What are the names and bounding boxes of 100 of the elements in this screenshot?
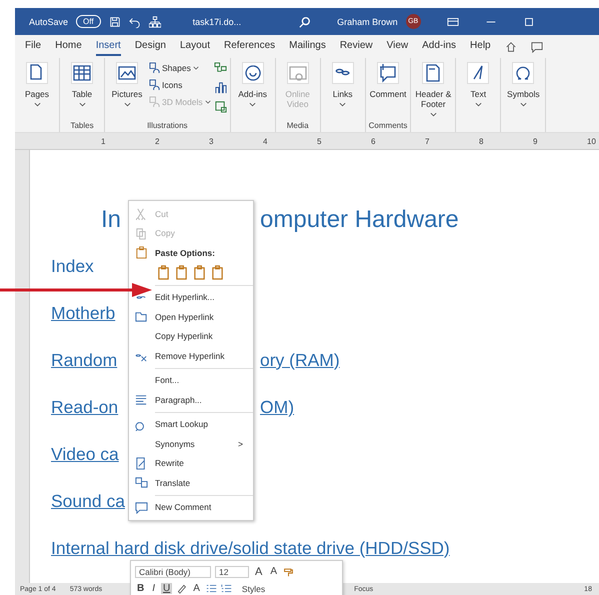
hyperlink[interactable]: OM) — [260, 397, 599, 418]
translate-icon — [135, 476, 148, 490]
page-icon — [422, 62, 444, 84]
menu-item[interactable]: Remove Hyperlink — [129, 346, 253, 366]
chart-icon[interactable] — [214, 81, 227, 94]
styles-button[interactable]: Styles — [242, 584, 266, 594]
link-icon — [332, 62, 354, 84]
menu-header: Paste Options: — [155, 248, 215, 258]
menu-item[interactable]: Translate — [129, 473, 253, 492]
paste-option-icon[interactable] — [211, 265, 224, 280]
hyperlink[interactable]: Read-on — [51, 397, 118, 418]
autosave-toggle[interactable]: Off — [76, 15, 101, 28]
horizontal-ruler: 1 2 3 4 5 6 7 8 9 10 — [15, 133, 599, 150]
ribbon-tab[interactable]: Layout — [180, 37, 210, 56]
ribbon-tab[interactable]: Add-ins — [422, 37, 456, 56]
ribbon-button[interactable]: Comment — [368, 58, 407, 121]
screenshot-icon[interactable] — [214, 100, 227, 113]
clipboard-icon — [135, 246, 148, 260]
comment-icon — [376, 62, 399, 84]
ribbon-tab[interactable]: View — [386, 37, 408, 56]
smartart-icon[interactable] — [214, 62, 227, 75]
copy-icon — [135, 226, 148, 240]
table-icon — [71, 62, 93, 84]
ribbon-button[interactable]: Pages — [18, 58, 56, 132]
menu-item[interactable]: New Comment — [129, 498, 253, 517]
menu-item[interactable]: Paragraph... — [129, 390, 253, 410]
autosave-label: AutoSave — [29, 16, 68, 26]
ribbon-button[interactable]: Symbols — [504, 58, 542, 132]
ribbon-button[interactable]: Add-ins — [234, 58, 272, 132]
format-painter-icon[interactable] — [283, 566, 294, 577]
paste-option-icon[interactable] — [157, 265, 170, 280]
menu-item[interactable]: Copy Hyperlink — [129, 326, 253, 346]
ribbon-group-label: Comments — [368, 121, 408, 132]
ribbon-button[interactable]: Shapes — [149, 62, 211, 73]
ribbon-tab[interactable]: Design — [134, 37, 166, 56]
shrink-font-button[interactable]: A — [268, 566, 280, 577]
font-field[interactable]: Calibri (Body) — [135, 566, 211, 578]
undo-icon[interactable] — [128, 16, 141, 28]
pencil-icon — [135, 456, 148, 470]
bullets-icon[interactable] — [206, 583, 217, 594]
ribbon-group-label: Tables — [70, 121, 94, 132]
ribbon-tab[interactable]: Review — [340, 37, 373, 56]
menu-item[interactable]: Open Hyperlink — [129, 307, 253, 326]
folder-icon — [135, 310, 148, 324]
font-color-button[interactable]: A — [191, 583, 202, 594]
ribbon-button[interactable]: Pictures — [108, 58, 146, 121]
paste-option-icon[interactable] — [193, 265, 206, 280]
ribbon-tab[interactable]: Home — [55, 37, 82, 56]
format-button[interactable]: I — [150, 583, 158, 594]
ribbon-button[interactable]: Icons — [149, 79, 211, 90]
omega-icon — [512, 62, 534, 84]
user-name: Graham Brown — [337, 16, 398, 26]
comment-icon — [135, 500, 148, 514]
ribbon-group-label: Illustrations — [147, 121, 188, 132]
shapes-icon — [149, 62, 160, 73]
menu-item[interactable]: Smart Lookup — [129, 414, 253, 434]
highlighter-icon[interactable] — [176, 583, 188, 594]
picture-icon — [116, 62, 138, 84]
format-button[interactable]: U — [161, 583, 172, 594]
ribbon-group-label: Media — [286, 121, 309, 132]
scissors-icon — [135, 207, 148, 220]
format-button[interactable]: B — [135, 583, 146, 594]
document-heading: In — [101, 206, 122, 234]
hyperlink[interactable]: Motherb — [51, 303, 116, 324]
document-heading: omputer Hardware — [260, 206, 460, 234]
numbering-icon[interactable] — [220, 583, 232, 594]
share-icon[interactable] — [504, 40, 517, 52]
search-icon[interactable] — [299, 16, 312, 28]
ribbon-display-icon[interactable] — [446, 16, 459, 28]
ribbon-button[interactable]: Links — [324, 58, 362, 132]
hyperlink[interactable]: Random — [51, 350, 118, 371]
menu-item[interactable]: Font... — [129, 370, 253, 390]
network-icon[interactable] — [148, 16, 161, 28]
maximize-icon[interactable] — [522, 16, 535, 28]
menu-item[interactable]: Synonyms > — [129, 434, 253, 454]
ribbon-button[interactable]: Header & Footer — [414, 58, 452, 132]
grow-font-button[interactable]: A — [253, 566, 264, 578]
ribbon-tab[interactable]: Insert — [96, 37, 121, 56]
font-size-field[interactable]: 12 — [215, 566, 249, 578]
hyperlink[interactable]: Video ca — [51, 444, 119, 465]
ribbon-tab[interactable]: Mailings — [289, 37, 326, 56]
menu-item[interactable]: Rewrite — [129, 454, 253, 473]
page-icon — [26, 62, 48, 84]
pen-icon — [467, 62, 490, 84]
hyperlink[interactable]: Sound ca — [51, 491, 125, 512]
ribbon-tab[interactable]: File — [25, 37, 42, 56]
document-heading: Index — [51, 256, 94, 277]
paragraph-icon — [135, 393, 148, 406]
ribbon-button[interactable]: Text — [459, 58, 498, 132]
menu-item[interactable]: Edit Hyperlink... — [129, 288, 253, 307]
save-icon[interactable] — [108, 16, 121, 28]
file-name[interactable]: task17i.do... — [192, 16, 242, 26]
ribbon-button[interactable]: Table — [63, 58, 101, 121]
hyperlink[interactable]: ory (RAM) — [260, 350, 599, 371]
video-icon — [286, 62, 309, 84]
hyperlink[interactable]: Internal hard disk drive/solid state drive (HDD/SSD) — [51, 538, 450, 559]
comments-icon[interactable] — [530, 40, 543, 52]
ribbon-tab[interactable]: Help — [470, 37, 491, 56]
paste-option-icon[interactable] — [175, 265, 188, 280]
ribbon-tab[interactable]: References — [224, 37, 276, 56]
